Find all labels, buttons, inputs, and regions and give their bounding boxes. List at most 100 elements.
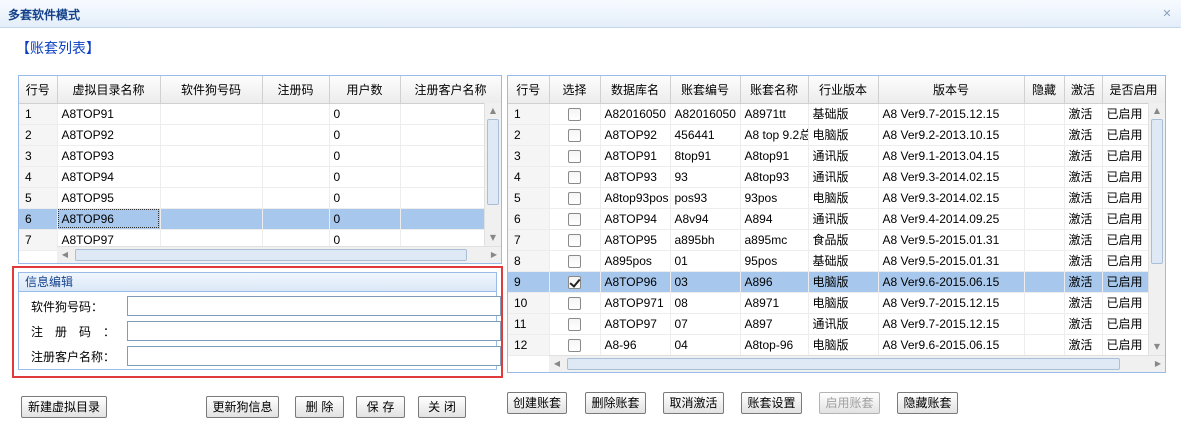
table-cell[interactable]: 0 <box>329 208 401 230</box>
select-checkbox[interactable] <box>568 233 581 247</box>
table-cell[interactable]: 6 <box>19 208 58 230</box>
left-grid-hscroll-thumb[interactable] <box>75 249 467 261</box>
right-grid-vscroll-thumb[interactable] <box>1151 119 1163 264</box>
select-cell[interactable] <box>549 313 601 335</box>
table-cell[interactable]: 08 <box>670 292 741 314</box>
table-cell[interactable] <box>262 124 330 146</box>
left-grid-vscroll-thumb[interactable] <box>487 119 499 205</box>
right-grid-column-header[interactable]: 行业版本 <box>808 76 879 104</box>
right-grid-vertical-scrollbar[interactable]: ▲ ▼ <box>1148 103 1165 355</box>
select-cell[interactable] <box>549 229 601 251</box>
table-cell[interactable]: 电脑版 <box>808 187 879 209</box>
table-cell[interactable]: 0 <box>329 124 401 146</box>
table-row[interactable]: 8 A895pos 01 95pos 基础版 A8 Ver9.5-2015.01.31 激活… <box>508 250 1165 272</box>
table-cell[interactable]: A8 Ver9.6-2015.06.15 <box>878 334 1025 356</box>
table-cell[interactable]: 激活 <box>1064 166 1103 188</box>
table-cell[interactable]: 通讯版 <box>808 313 879 335</box>
table-cell[interactable]: A8TOP96 <box>57 208 161 230</box>
register-code-input[interactable] <box>127 321 501 341</box>
table-cell[interactable]: 激活 <box>1064 145 1103 167</box>
table-cell[interactable]: A8 Ver9.7-2015.12.15 <box>878 292 1025 314</box>
table-cell[interactable]: 激活 <box>1064 334 1103 356</box>
table-row[interactable]: 12 A8-96 04 A8top-96 电脑版 A8 Ver9.6-2015.06.15… <box>508 334 1165 356</box>
scroll-right-icon[interactable]: ▶ <box>486 247 501 263</box>
table-cell[interactable] <box>1024 124 1065 146</box>
table-cell[interactable]: 0 <box>329 166 401 188</box>
table-cell[interactable]: a895mc <box>740 229 809 251</box>
table-cell[interactable]: A8 top 9.2总 <box>740 124 809 146</box>
table-cell[interactable]: A8 Ver9.7-2015.12.15 <box>878 313 1025 335</box>
table-cell[interactable] <box>1024 187 1065 209</box>
table-cell[interactable]: A8TOP92 <box>57 124 161 146</box>
table-cell[interactable] <box>1024 250 1065 272</box>
create-account-set-button[interactable]: 创建账套 <box>507 392 567 414</box>
customer-name-input[interactable] <box>127 346 501 366</box>
right-grid-column-header[interactable]: 行号 <box>508 76 550 104</box>
table-cell[interactable]: A8top-96 <box>740 334 809 356</box>
table-cell[interactable]: A8TOP94 <box>57 166 161 188</box>
table-cell[interactable] <box>262 166 330 188</box>
table-cell[interactable]: 0 <box>329 187 401 209</box>
right-grid-column-header[interactable]: 隐藏 <box>1024 76 1065 104</box>
select-checkbox[interactable] <box>568 149 581 163</box>
scroll-up-icon[interactable]: ▲ <box>1149 103 1165 119</box>
select-checkbox[interactable] <box>568 296 581 310</box>
table-cell[interactable]: 激活 <box>1064 187 1103 209</box>
table-cell[interactable]: 3 <box>508 145 550 167</box>
table-cell[interactable]: 激活 <box>1064 313 1103 335</box>
table-row[interactable]: 6 A8TOP94 A8v94 A894 通讯版 A8 Ver9.4-2014.09.25… <box>508 208 1165 230</box>
table-row[interactable]: 7 A8TOP95 a895bh a895mc 食品版 A8 Ver9.5-2015.01… <box>508 229 1165 251</box>
table-row[interactable]: 2 A8TOP92 456441 A8 top 9.2总 电脑版 A8 Ver9.2-20… <box>508 124 1165 146</box>
table-row[interactable]: 1 A82016050 A82016050 A8971tt 基础版 A8 Ver9.7-2… <box>508 103 1165 125</box>
close-button[interactable]: 关 闭 <box>418 396 466 418</box>
table-cell[interactable]: 2 <box>19 124 58 146</box>
save-button[interactable]: 保 存 <box>356 396 405 418</box>
table-cell[interactable] <box>1024 313 1065 335</box>
select-checkbox[interactable] <box>568 317 581 331</box>
table-cell[interactable] <box>262 103 330 125</box>
table-cell[interactable]: 电脑版 <box>808 292 879 314</box>
table-cell[interactable]: 07 <box>670 313 741 335</box>
table-cell[interactable]: 4 <box>19 166 58 188</box>
table-cell[interactable]: 通讯版 <box>808 208 879 230</box>
select-cell[interactable] <box>549 208 601 230</box>
select-checkbox[interactable] <box>568 191 581 205</box>
table-cell[interactable]: 激活 <box>1064 271 1103 293</box>
table-cell[interactable]: 9 <box>508 271 550 293</box>
delete-account-set-button[interactable]: 删除账套 <box>585 392 646 414</box>
table-cell[interactable]: A894 <box>740 208 809 230</box>
table-cell[interactable]: A8TOP92 <box>600 124 671 146</box>
table-cell[interactable]: A8TOP91 <box>57 103 161 125</box>
table-row[interactable]: 4 A8TOP94 0 <box>19 166 501 188</box>
table-cell[interactable]: 4 <box>508 166 550 188</box>
table-cell[interactable]: A8TOP971 <box>600 292 671 314</box>
table-cell[interactable]: 电脑版 <box>808 124 879 146</box>
table-row[interactable]: 10 A8TOP971 08 A8971 电脑版 A8 Ver9.7-2015.12.15… <box>508 292 1165 314</box>
right-grid-column-header[interactable]: 账套编号 <box>670 76 741 104</box>
table-cell[interactable]: A8top91 <box>740 145 809 167</box>
table-cell[interactable]: A8TOP91 <box>600 145 671 167</box>
table-row[interactable]: 4 A8TOP93 93 A8top93 通讯版 A8 Ver9.3-2014.02.15… <box>508 166 1165 188</box>
table-cell[interactable] <box>262 187 330 209</box>
left-grid-column-header[interactable]: 行号 <box>19 76 58 104</box>
table-cell[interactable]: 8top91 <box>670 145 741 167</box>
table-cell[interactable] <box>1024 145 1065 167</box>
scroll-up-icon[interactable]: ▲ <box>485 103 501 119</box>
select-cell[interactable] <box>549 103 601 125</box>
cancel-activation-button[interactable]: 取消激活 <box>663 392 724 414</box>
select-cell[interactable] <box>549 124 601 146</box>
table-cell[interactable]: A8 Ver9.5-2015.01.31 <box>878 229 1025 251</box>
table-cell[interactable]: 7 <box>508 229 550 251</box>
close-icon[interactable]: ✕ <box>1161 8 1173 20</box>
left-grid-column-header[interactable]: 软件狗号码 <box>160 76 263 104</box>
select-checkbox[interactable] <box>568 170 581 184</box>
table-cell[interactable]: 93pos <box>740 187 809 209</box>
table-cell[interactable] <box>1024 103 1065 125</box>
table-cell[interactable]: A8 Ver9.6-2015.06.15 <box>878 271 1025 293</box>
update-dog-info-button[interactable]: 更新狗信息 <box>206 396 279 418</box>
left-grid-column-header[interactable]: 虚拟目录名称 <box>57 76 161 104</box>
table-cell[interactable]: pos93 <box>670 187 741 209</box>
right-grid-column-header[interactable]: 版本号 <box>878 76 1025 104</box>
table-cell[interactable]: 11 <box>508 313 550 335</box>
table-cell[interactable]: 激活 <box>1064 229 1103 251</box>
